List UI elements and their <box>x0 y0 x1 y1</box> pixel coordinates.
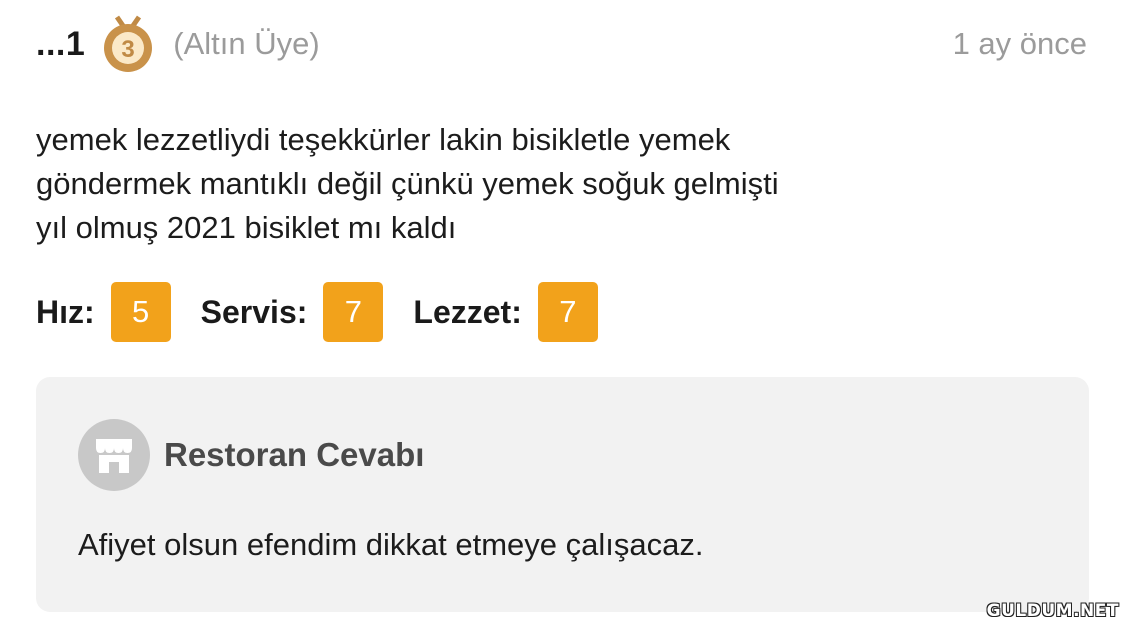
rating-taste: Lezzet: 7 <box>413 282 598 342</box>
rating-score-badge: 5 <box>110 282 171 342</box>
reply-header: Restoran Cevabı <box>78 419 424 491</box>
review-text: yemek lezzetliydi teşekkürler lakin bisi… <box>36 118 1036 250</box>
ratings-row: Hız: 5 Servis: 7 Lezzet: 7 <box>36 282 628 342</box>
rating-score-badge: 7 <box>323 282 384 342</box>
review-line: yıl olmuş 2021 bisiklet mı kaldı <box>36 210 457 245</box>
review-line: yemek lezzetliydi teşekkürler lakin bisi… <box>36 122 731 157</box>
rating-score-badge: 7 <box>537 282 598 342</box>
rating-label: Lezzet: <box>413 293 522 330</box>
reply-title: Restoran Cevabı <box>164 436 425 473</box>
store-icon <box>78 419 150 491</box>
bronze-medal-icon: 3 <box>104 15 153 72</box>
rating-service: Servis: 7 <box>201 282 384 342</box>
review-card: ...1 3 (Altın Üye) 1 ay önce yemek lezze… <box>0 0 1125 623</box>
restaurant-reply: Restoran Cevabı Afiyet olsun efendim dik… <box>36 377 1089 612</box>
member-level: (Altın Üye) <box>173 26 320 61</box>
review-line: göndermek mantıklı değil çünkü yemek soğ… <box>36 166 779 201</box>
reply-text: Afiyet olsun efendim dikkat etmeye çalış… <box>78 527 704 562</box>
username[interactable]: ...1 <box>36 25 85 64</box>
review-header: ...1 3 (Altın Üye) 1 ay önce <box>36 14 1087 74</box>
rating-speed: Hız: 5 <box>36 282 171 342</box>
watermark: GULDUM.NET <box>986 601 1119 621</box>
medal-number: 3 <box>122 36 135 63</box>
timestamp: 1 ay önce <box>952 26 1087 61</box>
rating-label: Hız: <box>36 293 95 330</box>
rating-label: Servis: <box>200 293 308 330</box>
